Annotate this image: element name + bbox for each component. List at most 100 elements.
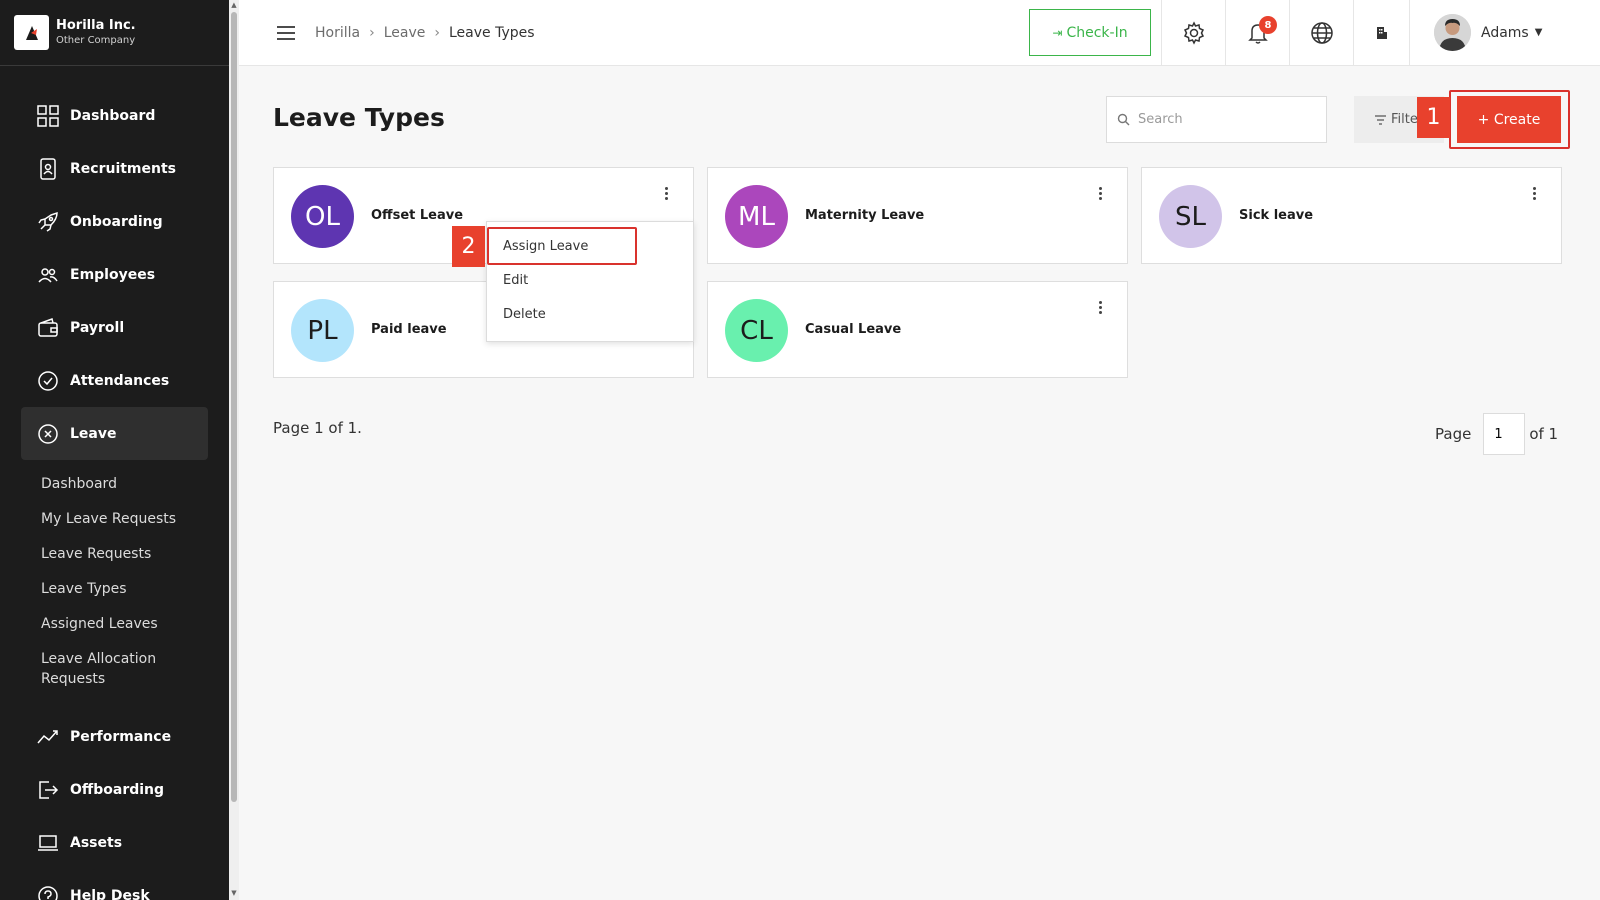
breadcrumb-item-current: Leave Types <box>448 25 535 41</box>
recruitment-icon <box>36 157 60 181</box>
sidebar-item-label: Recruitments <box>70 160 177 177</box>
check-circle-icon <box>36 369 60 393</box>
breadcrumb: Horilla › Leave › Leave Types <box>315 22 535 44</box>
leave-type-card[interactable]: CL Casual Leave <box>707 281 1128 378</box>
submenu-leave-types[interactable]: Leave Types <box>0 579 229 599</box>
step-marker-1: 1 <box>1417 97 1450 138</box>
sidebar-item-leave[interactable]: Leave <box>21 407 208 460</box>
notifications-button[interactable]: 8 <box>1225 0 1289 65</box>
highlight-assign-leave <box>487 227 637 265</box>
company-building-button[interactable] <box>1353 0 1409 65</box>
sidebar-item-label: Leave <box>70 425 117 442</box>
sidebar-item-label: Assets <box>70 834 123 851</box>
sidebar-item-label: Dashboard <box>70 107 156 124</box>
laptop-icon <box>36 831 60 855</box>
leave-type-card[interactable]: ML Maternity Leave <box>707 167 1128 264</box>
sidebar-item-label: Payroll <box>70 319 125 336</box>
step-marker-2: 2 <box>452 226 485 267</box>
caret-down-icon: ▼ <box>1534 27 1543 38</box>
avatar <box>1434 14 1471 51</box>
kebab-menu-icon[interactable] <box>1093 298 1107 316</box>
user-name: Adams <box>1481 24 1529 41</box>
sidebar-item-help-desk[interactable]: Help Desk <box>0 869 229 900</box>
wallet-icon <box>36 316 60 340</box>
submenu-leave-requests[interactable]: Leave Requests <box>0 544 229 564</box>
globe-icon <box>1310 21 1333 44</box>
submenu-my-leave-requests[interactable]: My Leave Requests <box>0 509 229 529</box>
card-avatar: SL <box>1159 185 1222 248</box>
menu-item-delete[interactable]: Delete <box>503 307 546 322</box>
language-button[interactable] <box>1289 0 1353 65</box>
scroll-up-icon[interactable]: ▲ <box>229 0 239 10</box>
sidebar-item-employees[interactable]: Employees <box>0 248 229 301</box>
company-subtitle: Other Company <box>56 35 136 46</box>
scroll-thumb[interactable] <box>231 12 237 802</box>
pager-total: of 1 <box>1529 425 1559 443</box>
sidebar-item-offboarding[interactable]: Offboarding <box>0 763 229 816</box>
leave-submenu: Dashboard My Leave Requests Leave Reques… <box>0 460 229 710</box>
sidebar-scrollbar[interactable]: ▲ ▼ <box>229 0 239 900</box>
card-avatar: PL <box>291 299 354 362</box>
card-name[interactable]: Maternity Leave <box>805 208 924 223</box>
filter-icon <box>1375 114 1386 125</box>
menu-icon[interactable] <box>275 22 297 44</box>
sidebar-item-onboarding[interactable]: Onboarding <box>0 195 229 248</box>
sidebar-item-recruitments[interactable]: Recruitments <box>0 142 229 195</box>
breadcrumb-item-leave[interactable]: Leave <box>384 25 426 41</box>
sidebar-item-attendances[interactable]: Attendances <box>0 354 229 407</box>
menu-item-edit[interactable]: Edit <box>503 273 528 288</box>
card-name[interactable]: Paid leave <box>371 322 447 337</box>
card-avatar: OL <box>291 185 354 248</box>
company-logo <box>14 15 49 50</box>
building-icon <box>1376 26 1387 39</box>
chart-line-icon <box>36 725 60 749</box>
chevron-right-icon: › <box>369 25 375 41</box>
page-info: Page 1 of 1. <box>273 419 362 437</box>
page-number-input[interactable] <box>1483 413 1526 455</box>
login-icon: ⇥ <box>1052 25 1063 40</box>
card-name[interactable]: Casual Leave <box>805 322 901 337</box>
submenu-assigned-leaves[interactable]: Assigned Leaves <box>0 614 229 634</box>
card-name[interactable]: Offset Leave <box>371 208 463 223</box>
search-icon <box>1117 113 1130 126</box>
company-switcher[interactable]: Horilla Inc. Other Company <box>0 0 229 66</box>
check-in-label: Check-In <box>1066 24 1128 41</box>
card-avatar: CL <box>725 299 788 362</box>
sidebar-item-label: Performance <box>70 728 172 745</box>
top-header: Horilla › Leave › Leave Types ⇥ Check-In… <box>239 0 1600 66</box>
exit-icon <box>36 778 60 802</box>
highlight-create <box>1449 90 1570 149</box>
sidebar-item-label: Employees <box>70 266 156 283</box>
sidebar-item-assets[interactable]: Assets <box>0 816 229 869</box>
search-input[interactable] <box>1138 112 1318 127</box>
sidebar-item-payroll[interactable]: Payroll <box>0 301 229 354</box>
chevron-right-icon: › <box>434 25 440 41</box>
sidebar-item-label: Attendances <box>70 372 170 389</box>
user-menu[interactable]: Adams ▼ <box>1409 0 1600 65</box>
submenu-leave-dashboard[interactable]: Dashboard <box>0 474 229 494</box>
kebab-menu-icon[interactable] <box>1093 184 1107 202</box>
settings-button[interactable] <box>1161 0 1225 65</box>
pagination: Page of 1 <box>1435 413 1558 455</box>
kebab-menu-icon[interactable] <box>1527 184 1541 202</box>
check-in-button[interactable]: ⇥ Check-In <box>1029 9 1151 56</box>
sidebar-item-performance[interactable]: Performance <box>0 710 229 763</box>
sidebar: Horilla Inc. Other Company Dashboard Rec… <box>0 0 229 900</box>
pager-label: Page <box>1435 425 1472 443</box>
scroll-down-icon[interactable]: ▼ <box>229 888 239 898</box>
card-name[interactable]: Sick leave <box>1239 208 1313 223</box>
breadcrumb-item-horilla[interactable]: Horilla <box>315 25 360 41</box>
rocket-icon <box>36 210 60 234</box>
submenu-leave-allocation-requests[interactable]: Leave Allocation Requests <box>0 649 229 689</box>
sidebar-item-dashboard[interactable]: Dashboard <box>0 89 229 142</box>
sidebar-item-label: Offboarding <box>70 781 165 798</box>
gear-icon <box>1183 20 1204 45</box>
leave-icon <box>36 422 60 446</box>
sidebar-item-label: Onboarding <box>70 213 163 230</box>
kebab-menu-icon[interactable] <box>659 184 673 202</box>
notification-badge: 8 <box>1259 16 1277 34</box>
help-icon <box>36 884 60 900</box>
search-box[interactable] <box>1106 96 1327 143</box>
leave-type-card[interactable]: SL Sick leave <box>1141 167 1562 264</box>
card-avatar: ML <box>725 185 788 248</box>
